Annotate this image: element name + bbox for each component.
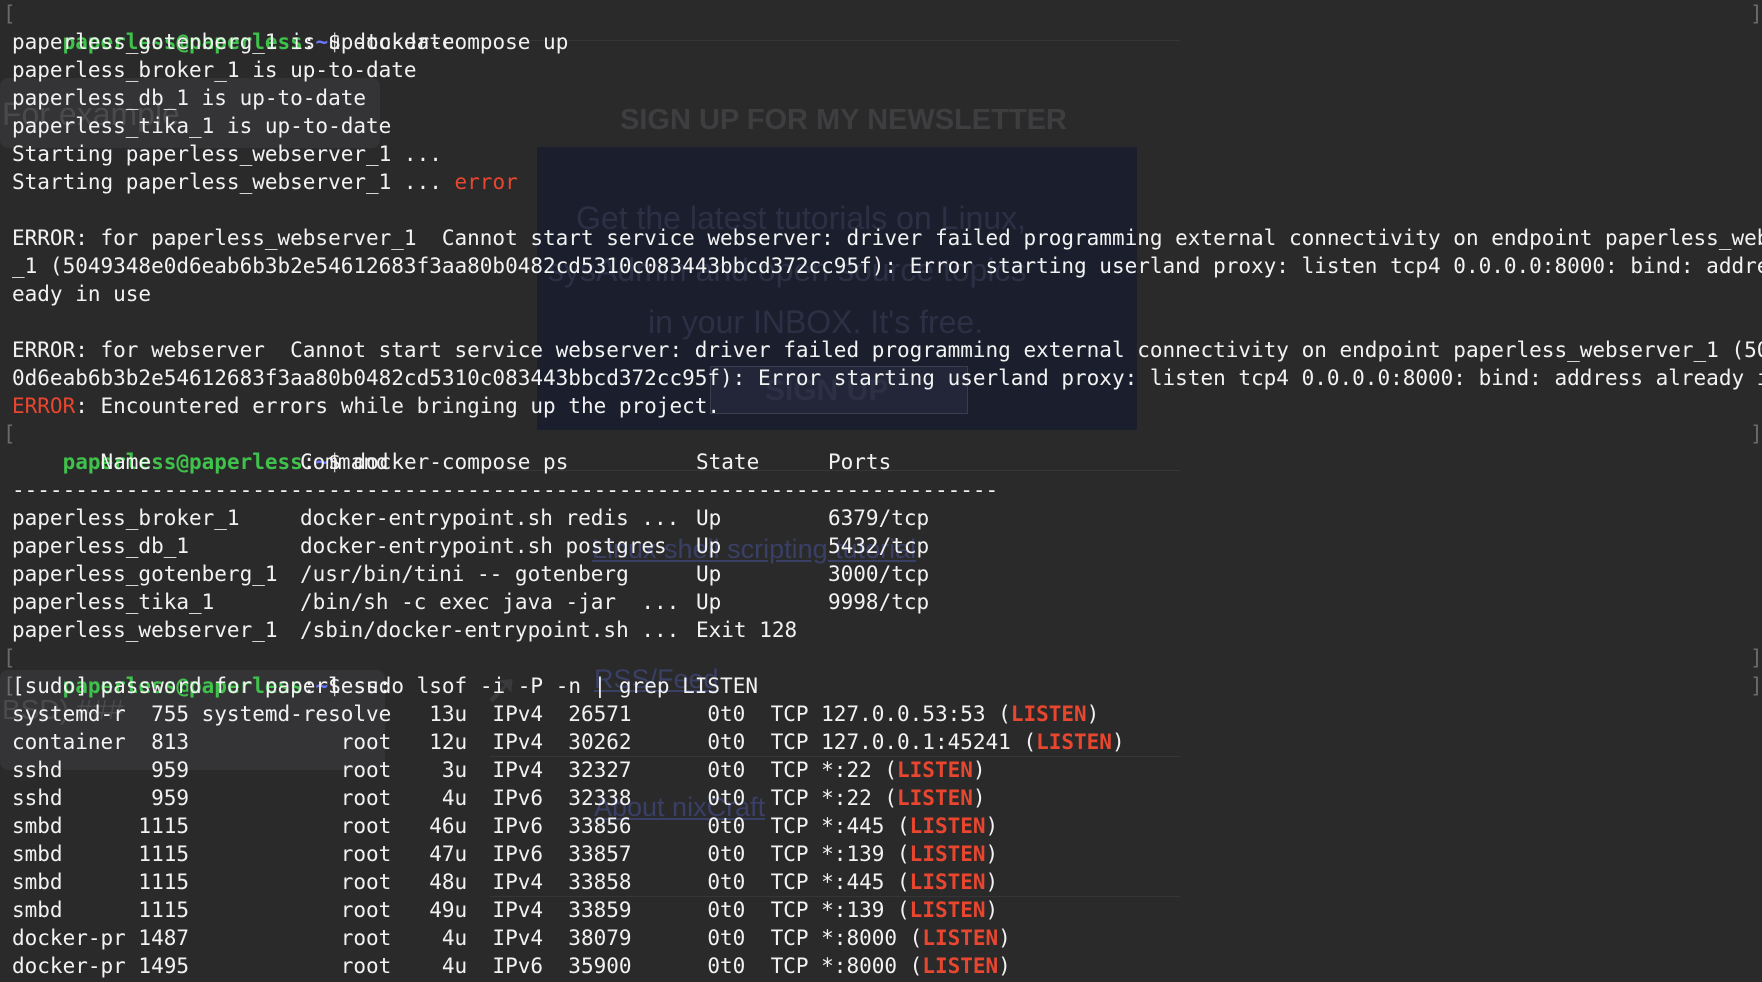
error-label: error — [454, 170, 518, 194]
list-item: smbd 1115 root 48u IPv4 33858 0t0 TCP *:… — [12, 870, 999, 894]
error-block-2: ERROR: for webserver Cannot start servic… — [12, 336, 1762, 392]
final-error-line: ERROR: Encountered errors while bringing… — [12, 394, 721, 418]
prompt-line-lsof: [paperless@paperless:~$ sudo lsof -i -P … — [3, 646, 1762, 698]
lsof-output: systemd-r 755 systemd-resolve 13u IPv4 2… — [12, 700, 1762, 980]
list-item: docker-pr 1487 root 4u IPv4 38079 0t0 TC… — [12, 926, 1011, 950]
list-item: smbd 1115 root 46u IPv6 33856 0t0 TCP *:… — [12, 814, 999, 838]
status-line: paperless_broker_1 is up-to-date — [12, 58, 417, 82]
status-line: paperless_gotenberg_1 is up-to-date — [12, 30, 455, 54]
ps-table-rows: paperless_broker_1 docker-entrypoint.sh r… — [12, 504, 1762, 644]
mark-bracket-icon: ] — [1750, 2, 1762, 26]
up-status-lines: paperless_gotenberg_1 is up-to-date paper… — [12, 28, 1762, 168]
list-item: smbd 1115 root 49u IPv4 33859 0t0 TCP *:… — [12, 898, 999, 922]
mark-bracket-icon: ] — [1750, 646, 1762, 670]
list-item: sshd 959 root 3u IPv4 32327 0t0 TCP *:22… — [12, 758, 986, 782]
ps-table-header: Name Command State Ports — [12, 450, 892, 474]
mark-bracket-icon: ] — [1750, 422, 1762, 446]
error-line: _1 (5049348e0d6eab6b3b2e54612683f3aa80b0… — [12, 254, 1762, 278]
ps-table-divider: ----------------------------------------… — [12, 478, 999, 502]
status-line: paperless_tika_1 is up-to-date — [12, 114, 392, 138]
table-row: paperless_webserver_1/sbin/docker-entryp… — [12, 618, 798, 642]
status-line: paperless_db_1 is up-to-date — [12, 86, 367, 110]
prompt-line-up: [paperless@paperless:~$ docker-compose u… — [3, 2, 1762, 54]
sudo-password-prompt: [[sudo] password for paperless:] — [3, 674, 1762, 698]
table-row: paperless_gotenberg_1/usr/bin/tini -- go… — [12, 562, 930, 586]
mark-bracket-icon: [ — [3, 422, 16, 446]
table-row: paperless_broker_1 docker-entrypoint.sh r… — [12, 506, 930, 530]
error-label: ERROR — [12, 394, 76, 418]
terminal-window[interactable]: [paperless@paperless:~$ docker-compose u… — [0, 0, 1762, 982]
mark-bracket-icon: ] — [1750, 674, 1762, 698]
error-line: eady in use — [12, 282, 152, 306]
list-item: sshd 959 root 4u IPv6 32338 0t0 TCP *:22… — [12, 786, 986, 810]
table-row: paperless_tika_1/bin/sh -c exec java -ja… — [12, 590, 930, 614]
starting-error-line: Starting paperless_webserver_1 ... error — [12, 170, 518, 194]
list-item: systemd-r 755 systemd-resolve 13u IPv4 2… — [12, 702, 1100, 726]
list-item: container 813 root 12u IPv4 30262 0t0 TC… — [12, 730, 1125, 754]
error-line: 0d6eab6b3b2e54612683f3aa80b0482cd5310c08… — [12, 366, 1762, 390]
mark-bracket-icon: [ — [3, 2, 16, 26]
mark-bracket-icon: [ — [3, 646, 16, 670]
prompt-line-ps: [paperless@paperless:~$ docker-compose p… — [3, 422, 1762, 474]
status-line: Starting paperless_webserver_1 ... — [12, 142, 442, 166]
list-item: docker-pr 1495 root 4u IPv6 35900 0t0 TC… — [12, 954, 1011, 978]
mark-bracket-icon: [ — [3, 674, 16, 698]
error-line: ERROR: for paperless_webserver_1 Cannot … — [12, 226, 1762, 250]
error-block-1: ERROR: for paperless_webserver_1 Cannot … — [12, 224, 1762, 308]
list-item: smbd 1115 root 47u IPv6 33857 0t0 TCP *:… — [12, 842, 999, 866]
error-line: ERROR: for webserver Cannot start servic… — [12, 338, 1762, 362]
table-row: paperless_db_1 docker-entrypoint.sh postg… — [12, 534, 930, 558]
